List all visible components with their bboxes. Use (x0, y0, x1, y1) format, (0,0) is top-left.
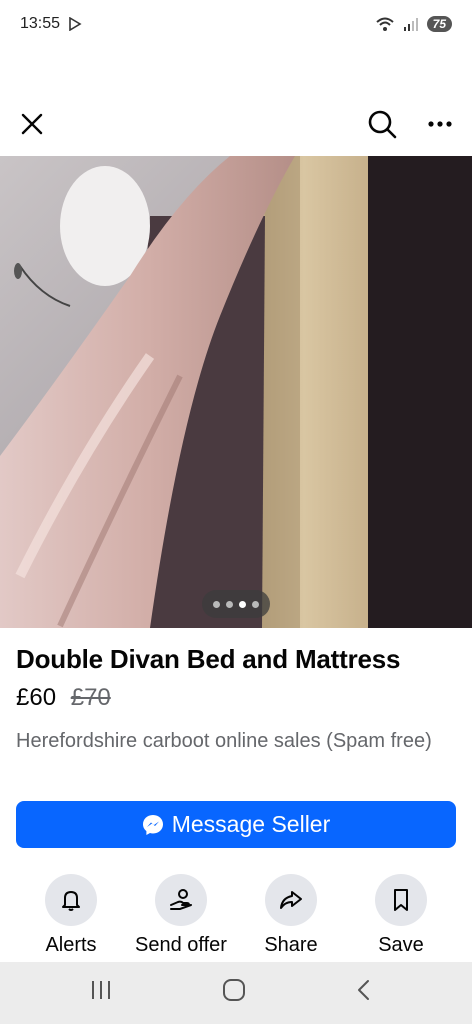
search-icon (368, 110, 397, 139)
group-link[interactable]: Herefordshire carboot online sales (Spam… (16, 728, 456, 754)
message-seller-button[interactable]: Message Seller (16, 801, 456, 848)
home-button[interactable] (222, 978, 246, 1007)
save-circle (375, 874, 427, 926)
send-offer-button[interactable]: Send offer (126, 874, 236, 957)
share-label: Share (264, 934, 318, 956)
pagination-dot (226, 600, 233, 608)
alerts-button[interactable]: Alerts (16, 874, 126, 957)
bed-photo-image (0, 156, 472, 628)
pagination-dot-active (239, 600, 246, 608)
more-options-button[interactable] (422, 106, 458, 142)
share-icon (280, 891, 302, 909)
share-circle (265, 874, 317, 926)
wifi-icon (375, 17, 394, 31)
status-bar: 13:55 75 (0, 0, 472, 48)
listing-title: Double Divan Bed and Mattress (16, 644, 401, 674)
android-nav-bar (0, 962, 472, 1024)
listing-price: £60 (16, 684, 57, 711)
battery-indicator: 75 (426, 16, 452, 32)
alerts-circle (45, 874, 97, 926)
send-offer-circle (155, 874, 207, 926)
send-offer-icon (170, 889, 192, 910)
action-row: Alerts Send offer Share Save (0, 874, 472, 960)
status-right: 75 (375, 16, 452, 32)
search-button[interactable] (364, 106, 400, 142)
alerts-label: Alerts (45, 934, 97, 956)
send-offer-label: Send offer (135, 934, 227, 956)
status-time: 13:55 (20, 15, 61, 32)
share-button[interactable]: Share (236, 874, 346, 957)
save-button[interactable]: Save (346, 874, 456, 957)
pagination-dot (213, 600, 220, 608)
bookmark-icon (394, 889, 408, 911)
more-icon (428, 121, 452, 127)
back-icon (358, 980, 369, 1000)
price-row: £60 £70 (16, 684, 111, 712)
message-seller-label: Message Seller (171, 811, 331, 837)
recent-apps-icon (92, 981, 110, 999)
close-icon (21, 113, 43, 135)
play-store-icon (69, 17, 82, 31)
listing-photo[interactable] (0, 156, 472, 628)
photo-pagination (202, 590, 270, 618)
original-price: £70 (70, 684, 111, 711)
home-icon (223, 979, 245, 1001)
close-button[interactable] (14, 106, 50, 142)
recent-apps-button[interactable] (90, 978, 112, 1007)
pagination-dot (252, 600, 259, 608)
save-label: Save (378, 934, 424, 956)
bell-icon (62, 891, 80, 911)
back-button[interactable] (354, 978, 374, 1007)
status-left: 13:55 (20, 15, 82, 33)
top-nav (0, 96, 472, 152)
signal-icon (403, 18, 418, 31)
messenger-icon (142, 814, 163, 835)
